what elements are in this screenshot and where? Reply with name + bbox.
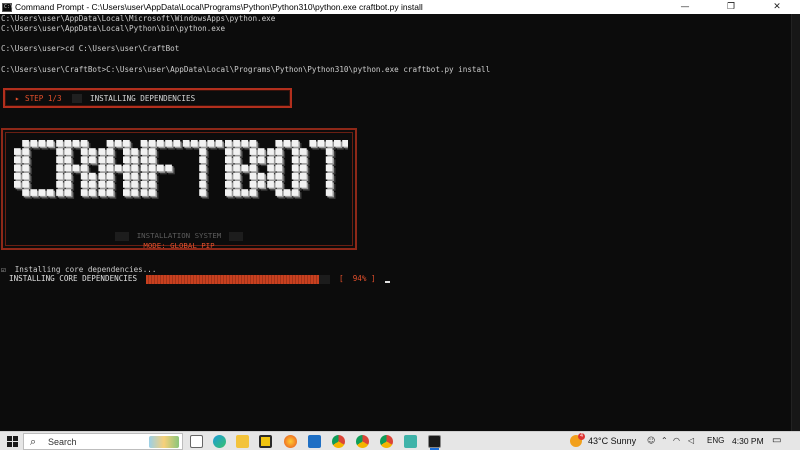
search-box[interactable]: ⌕ Search <box>23 433 183 450</box>
craftbot-banner: INSTALLATION SYSTEM MODE: GLOBAL PIP <box>1 128 357 250</box>
file-explorer-icon[interactable] <box>236 435 249 448</box>
weather-condition: Sunny <box>610 436 637 446</box>
weather-badge: 4 <box>578 433 585 440</box>
search-placeholder: Search <box>48 437 77 447</box>
console-output[interactable]: C:\Users\user\AppData\Local\Microsoft\Wi… <box>0 14 791 431</box>
command-prompt-icon: C:\ <box>2 2 14 12</box>
weather-temp: 43°C <box>588 436 609 446</box>
search-icon: ⌕ <box>30 435 37 448</box>
chrome-icon[interactable] <box>356 435 369 448</box>
step-text: INSTALLING DEPENDENCIES <box>90 94 196 103</box>
subtitle-pad-left <box>114 231 129 241</box>
chrome-icon[interactable] <box>380 435 393 448</box>
notepad-icon[interactable] <box>404 435 417 448</box>
notification-icon[interactable]: ▭ <box>772 435 781 446</box>
step-separator <box>72 94 82 103</box>
text-cursor <box>385 281 390 283</box>
minimize-button[interactable]: — <box>662 0 708 14</box>
logo-letter-r <box>56 140 99 199</box>
search-highlight-icon <box>149 436 179 448</box>
mail-icon[interactable] <box>308 435 321 448</box>
logo-letter-a <box>98 140 141 199</box>
banner-subtitle-row: INSTALLATION SYSTEM <box>3 231 355 241</box>
weather-text[interactable]: 43°C Sunny <box>588 436 636 446</box>
logo-letter-c <box>14 140 57 199</box>
start-button[interactable] <box>7 436 18 447</box>
console-line: C:\Users\user\AppData\Local\Python\bin\p… <box>1 24 226 33</box>
logo-letter-f <box>140 140 184 199</box>
logo-letter-t <box>309 140 348 199</box>
wifi-icon[interactable]: ◠ <box>673 436 680 445</box>
task-view-icon[interactable] <box>190 435 203 448</box>
logo-letter-o <box>267 140 310 199</box>
console-line: C:\Users\user\CraftBot>C:\Users\user\App… <box>1 65 491 74</box>
console-line: C:\Users\user>cd C:\Users\user\CraftBot <box>1 44 180 53</box>
logo-letter-t <box>182 140 226 199</box>
step-indicator: ▸ STEP 1/3 INSTALLING DEPENDENCIES <box>3 88 292 108</box>
window-controls: — ❐ ✕ <box>662 0 800 14</box>
chevron-up-icon[interactable]: ⌃ <box>661 436 668 445</box>
step-label: STEP 1/3 <box>25 94 62 103</box>
console-scrollbar[interactable] <box>791 14 800 431</box>
banner-mode: MODE: GLOBAL PIP <box>143 241 215 250</box>
console-line: C:\Users\user\AppData\Local\Microsoft\Wi… <box>1 14 276 23</box>
taskbar: ⌕ Search 4 43°C Sunny ☺ ⌃ ◠ ◁ ENG 4:30 P… <box>0 431 800 450</box>
progress-label: INSTALLING CORE DEPENDENCIES <box>9 274 138 283</box>
maximize-button[interactable]: ❐ <box>708 0 754 14</box>
progress-bar <box>146 275 330 284</box>
close-button[interactable]: ✕ <box>754 0 800 14</box>
subtitle-pad-right <box>229 231 244 241</box>
firefox-icon[interactable] <box>284 435 297 448</box>
store-icon[interactable] <box>259 435 272 448</box>
logo-letter-b <box>225 140 268 199</box>
language-indicator[interactable]: ENG <box>707 436 724 445</box>
window-title: Command Prompt - C:\Users\user\AppData\L… <box>15 2 423 12</box>
network-people-icon[interactable]: ☺ <box>647 436 655 445</box>
volume-icon[interactable]: ◁ <box>688 436 694 445</box>
step-arrow-icon: ▸ <box>15 94 20 103</box>
command-prompt-taskbar-icon[interactable] <box>428 435 441 450</box>
craftbot-logo <box>14 140 348 199</box>
progress-percent: [ 94% ] <box>339 274 376 283</box>
edge-icon[interactable] <box>213 435 226 448</box>
clock[interactable]: 4:30 PM <box>732 436 764 446</box>
chrome-icon[interactable] <box>332 435 345 448</box>
progress-fill <box>146 275 319 284</box>
banner-subtitle: INSTALLATION SYSTEM <box>136 231 222 240</box>
window-title-bar[interactable]: C:\ Command Prompt - C:\Users\user\AppDa… <box>0 0 800 14</box>
